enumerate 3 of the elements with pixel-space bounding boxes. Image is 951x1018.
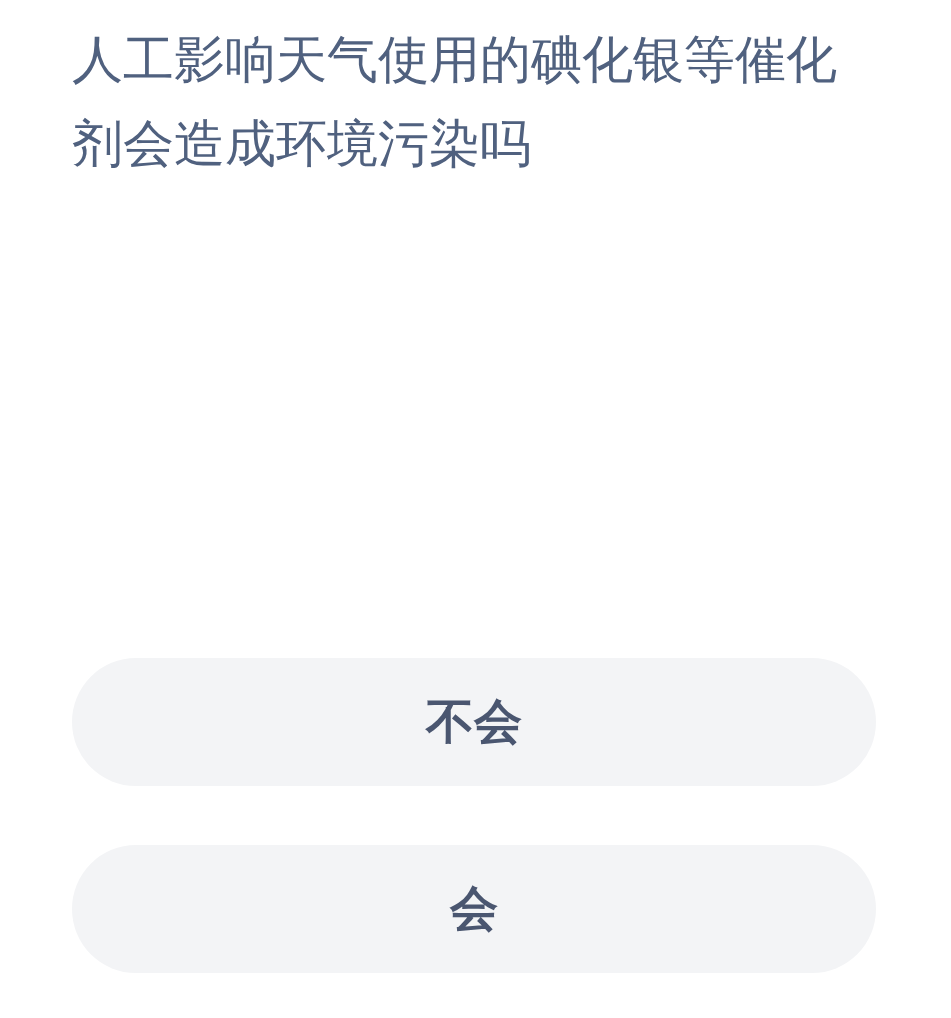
question-text: 人工影响天气使用的碘化银等催化剂会造成环境污染吗 [72, 29, 838, 175]
answer-option-button[interactable]: 不会 [72, 658, 876, 786]
answer-option-button[interactable]: 会 [72, 845, 876, 973]
